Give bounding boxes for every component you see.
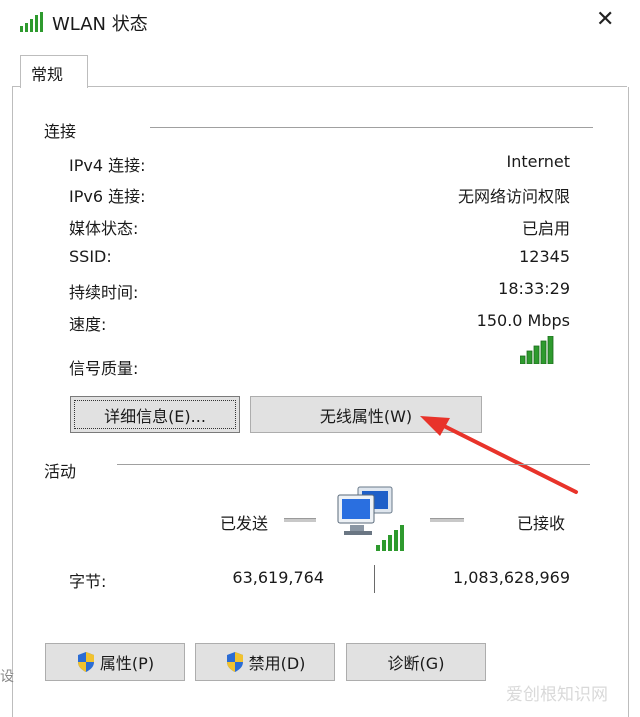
ssid-label: SSID: [69, 247, 112, 266]
received-line [430, 518, 464, 522]
bytes-divider [374, 565, 375, 593]
activity-section-rule [117, 464, 590, 465]
connection-section-title: 连接 [44, 122, 77, 141]
properties-button[interactable]: 属性(P) [45, 643, 185, 681]
duration-label: 持续时间: [69, 283, 139, 302]
ipv4-label: IPv4 连接: [69, 156, 146, 175]
title-bar: WLAN 状态 ✕ [0, 0, 640, 44]
edge-text: 设 [0, 669, 14, 685]
network-computers-icon [337, 486, 404, 551]
disable-button-label: 禁用(D) [248, 654, 306, 673]
annotation-arrow-icon [420, 416, 578, 494]
tab-general[interactable]: 常规 [20, 55, 88, 88]
disable-button[interactable]: 禁用(D) [195, 643, 335, 681]
ipv4-value: Internet [506, 152, 570, 171]
ssid-value: 12345 [519, 247, 570, 266]
connection-section-rule [150, 127, 593, 128]
duration-value: 18:33:29 [498, 279, 570, 298]
details-button[interactable]: 详细信息(E)... [70, 396, 240, 433]
signal-strength-icon [520, 336, 554, 364]
media-state-label: 媒体状态: [69, 219, 139, 238]
sent-label: 已发送 [220, 514, 269, 533]
watermark-text: 爱创根知识网 [506, 685, 608, 705]
speed-value: 150.0 Mbps [476, 311, 570, 330]
bytes-sent-value: 63,619,764 [232, 568, 324, 587]
close-icon[interactable]: ✕ [596, 9, 614, 31]
speed-label: 速度: [69, 315, 107, 334]
uac-shield-icon [226, 652, 243, 672]
wifi-signal-icon [20, 12, 43, 32]
uac-shield-icon [77, 652, 94, 672]
window-title: WLAN 状态 [52, 14, 148, 35]
received-label: 已接收 [517, 514, 566, 533]
activity-section-title: 活动 [44, 462, 77, 481]
properties-button-label: 属性(P) [99, 654, 155, 673]
diagnose-button[interactable]: 诊断(G) [346, 643, 486, 681]
ipv6-label: IPv6 连接: [69, 187, 146, 206]
sent-line [284, 518, 316, 522]
tab-general-label: 常规 [31, 65, 64, 84]
bytes-label: 字节: [69, 572, 107, 591]
ipv6-value: 无网络访问权限 [457, 187, 570, 206]
media-state-value: 已启用 [521, 219, 570, 238]
bytes-received-value: 1,083,628,969 [452, 568, 570, 587]
signal-quality-label: 信号质量: [69, 359, 139, 378]
